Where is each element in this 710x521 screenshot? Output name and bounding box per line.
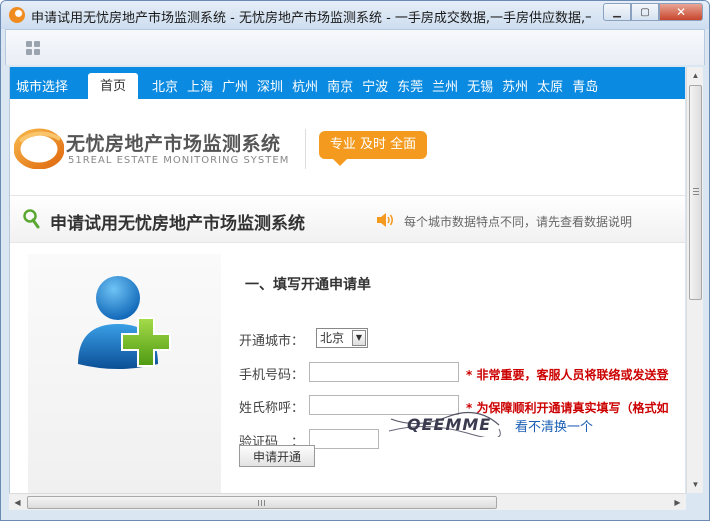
- captcha-text: QEEMME: [407, 415, 491, 434]
- browser-window: 申请试用无忧房地产市场监测系统 - 无忧房地产市场监测系统 - 一手房成交数据,…: [0, 0, 710, 521]
- city-link[interactable]: 南京: [327, 76, 353, 95]
- scroll-left-icon[interactable]: ◀: [9, 494, 26, 511]
- city-link[interactable]: 苏州: [502, 76, 528, 95]
- minimize-button[interactable]: ▁: [603, 3, 631, 21]
- grip-icon: [258, 500, 265, 506]
- scroll-up-icon[interactable]: ▲: [687, 67, 704, 84]
- vertical-scrollbar[interactable]: ▲ ▼: [686, 67, 703, 493]
- window-title: 申请试用无忧房地产市场监测系统 - 无忧房地产市场监测系统 - 一手房成交数据,…: [31, 11, 591, 26]
- city-navbar: 城市选择 首页 北京 上海 广州 深圳 杭州 南京 宁波 东莞 兰州 无锡 苏州…: [10, 67, 685, 99]
- add-user-icon: [78, 276, 171, 369]
- city-link[interactable]: 青岛: [572, 76, 598, 95]
- maximize-button[interactable]: ▢: [631, 3, 659, 21]
- name-label: 姓氏称呼：: [239, 401, 305, 416]
- grip-icon: [693, 188, 699, 195]
- city-link[interactable]: 宁波: [362, 76, 388, 95]
- city-select-link[interactable]: 城市选择: [16, 76, 68, 95]
- browser-toolbar: [5, 29, 705, 65]
- logo-title: 无忧房地产市场监测系统: [66, 133, 281, 155]
- captcha-image[interactable]: QEEMME: [387, 411, 501, 437]
- window-controls: ▁ ▢ ✕: [603, 3, 703, 21]
- horizontal-scrollbar[interactable]: ◀ ▶: [9, 493, 686, 510]
- tab-home[interactable]: 首页: [88, 73, 138, 99]
- close-button[interactable]: ✕: [659, 3, 703, 21]
- captcha-refresh-link[interactable]: 看不清换一个: [515, 416, 593, 435]
- page-title: 申请试用无忧房地产市场监测系统: [50, 214, 305, 234]
- status-bar: [5, 510, 707, 520]
- city-link[interactable]: 杭州: [292, 76, 318, 95]
- city-link[interactable]: 兰州: [432, 76, 458, 95]
- city-link[interactable]: 广州: [222, 76, 248, 95]
- logo-subtitle: 51REAL ESTATE MONITORING SYSTEM: [68, 155, 290, 166]
- form-heading: 一、填写开通申请单: [245, 277, 371, 293]
- city-link[interactable]: 无锡: [467, 76, 493, 95]
- site-header: 无忧房地产市场监测系统 51REAL ESTATE MONITORING SYS…: [10, 99, 685, 195]
- city-list: 北京 上海 广州 深圳 杭州 南京 宁波 东莞 兰州 无锡 苏州 太原 青岛: [152, 76, 598, 95]
- scroll-right-icon[interactable]: ▶: [669, 494, 686, 511]
- apps-grid-icon[interactable]: [26, 41, 40, 55]
- city-link[interactable]: 深圳: [257, 76, 283, 95]
- chevron-down-icon: ▼: [352, 330, 366, 346]
- title-bar: 申请试用无忧房地产市场监测系统 - 无忧房地产市场监测系统 - 一手房成交数据,…: [1, 1, 709, 29]
- section-title-bar: 申请试用无忧房地产市场监测系统 每个城市数据特点不同，请先查看数据说明: [10, 195, 685, 243]
- captcha-input[interactable]: [309, 429, 379, 449]
- horizontal-scroll-thumb[interactable]: [27, 496, 497, 509]
- search-icon: [23, 209, 40, 229]
- phone-label: 手机号码：: [239, 368, 305, 383]
- city-link[interactable]: 东莞: [397, 76, 423, 95]
- city-dropdown-value: 北京: [320, 331, 345, 345]
- application-form-area: 一、填写开通申请单 开通城市： 北京 ▼ 手机号码： * 非常重要，客服人员将联…: [10, 244, 685, 493]
- scroll-down-icon[interactable]: ▼: [687, 476, 704, 493]
- vertical-scroll-thumb[interactable]: [689, 85, 702, 300]
- city-dropdown[interactable]: 北京 ▼: [316, 328, 368, 348]
- city-link[interactable]: 北京: [152, 76, 178, 95]
- phone-input[interactable]: [309, 362, 459, 382]
- submit-application-button[interactable]: 申请开通: [239, 445, 315, 467]
- logo-divider: [305, 129, 306, 169]
- slogan-badge: 专业 及时 全面: [319, 131, 427, 166]
- data-notice: 每个城市数据特点不同，请先查看数据说明: [404, 215, 633, 229]
- app-icon: [9, 7, 25, 23]
- phone-hint: * 非常重要，客服人员将联络或发送登: [466, 368, 669, 382]
- logo-mark-icon[interactable]: [14, 125, 64, 169]
- page-viewport: 城市选择 首页 北京 上海 广州 深圳 杭州 南京 宁波 东莞 兰州 无锡 苏州…: [9, 67, 685, 493]
- city-label: 开通城市：: [239, 334, 305, 349]
- city-link[interactable]: 太原: [537, 76, 563, 95]
- city-link[interactable]: 上海: [187, 76, 213, 95]
- user-illustration-panel: [28, 254, 221, 493]
- speaker-icon: [377, 213, 393, 227]
